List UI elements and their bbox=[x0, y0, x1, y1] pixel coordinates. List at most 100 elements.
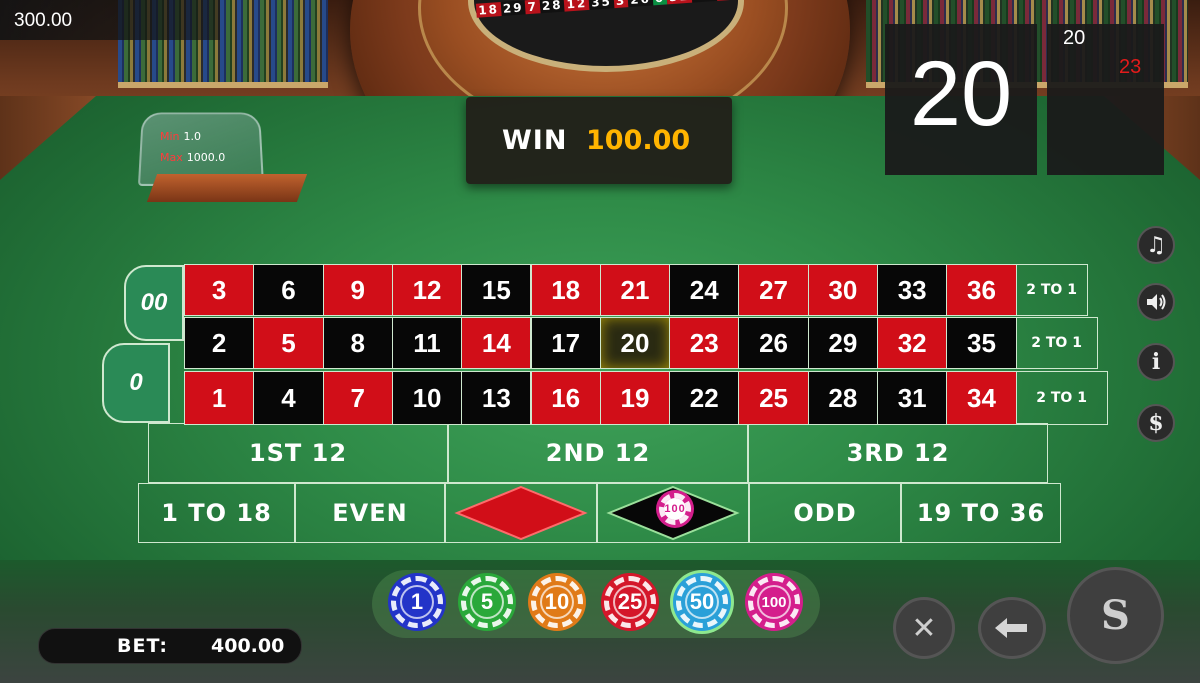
chip-face: 50 bbox=[685, 585, 719, 619]
chip-face: 1 bbox=[400, 585, 434, 619]
bet-cell-7[interactable]: 7 bbox=[322, 371, 393, 425]
bet-cell-31[interactable]: 31 bbox=[877, 371, 948, 425]
bet-cell-15-label: 15 bbox=[481, 274, 511, 305]
bet-cell-3[interactable]: 3 bbox=[184, 264, 255, 316]
bet-first-dozen[interactable]: 1ST 12 bbox=[148, 423, 448, 483]
chip-25[interactable]: 25 bbox=[601, 573, 659, 631]
bet-cell-28-label: 28 bbox=[828, 382, 858, 413]
bet-cell-25[interactable]: 25 bbox=[738, 371, 809, 425]
bet-cell-28[interactable]: 28 bbox=[807, 371, 878, 425]
bet-amount: 400.00 bbox=[211, 635, 285, 657]
bet-cell-10[interactable]: 10 bbox=[391, 371, 463, 425]
close-icon: ✕ bbox=[911, 610, 937, 646]
bet-cell-9[interactable]: 9 bbox=[322, 264, 393, 316]
bet-cell-8[interactable]: 8 bbox=[322, 317, 393, 369]
bet-cell-27-label: 27 bbox=[759, 274, 788, 305]
bet-cell-32[interactable]: 32 bbox=[877, 317, 948, 369]
bet-cell-2[interactable]: 2 bbox=[184, 317, 255, 369]
bet-cell-33[interactable]: 33 bbox=[877, 264, 948, 316]
bet-cell-26[interactable]: 26 bbox=[738, 317, 809, 369]
arrow-left-icon bbox=[995, 618, 1027, 638]
bet-cell-29-label: 29 bbox=[828, 327, 858, 358]
bet-cell-8-label: 8 bbox=[350, 327, 365, 358]
bet-cell-7-label: 7 bbox=[350, 382, 365, 413]
chip-value: 10 bbox=[544, 589, 570, 614]
bet-second-dozen[interactable]: 2ND 12 bbox=[448, 423, 748, 483]
bet-cell-30[interactable]: 30 bbox=[807, 264, 878, 316]
bet-cell-29[interactable]: 29 bbox=[807, 317, 878, 369]
bet-column-1[interactable]: 2 TO 1 bbox=[1015, 371, 1108, 425]
bet-cell-0[interactable]: 0 bbox=[102, 343, 170, 423]
bet-cell-11-label: 11 bbox=[413, 327, 441, 358]
bet-cell-20-label: 20 bbox=[620, 327, 650, 358]
bet-cell-32-label: 32 bbox=[897, 327, 927, 358]
bet-cell-23-label: 23 bbox=[689, 327, 719, 358]
bet-cell-25-label: 25 bbox=[759, 382, 788, 413]
placed-chip: 100 bbox=[656, 490, 694, 528]
bet-cell-34[interactable]: 34 bbox=[946, 371, 1017, 425]
bet-cell-4-label: 4 bbox=[281, 382, 296, 413]
undo-button[interactable] bbox=[978, 597, 1046, 659]
bet-cell-13[interactable]: 13 bbox=[461, 371, 532, 425]
bet-cell-35-label: 35 bbox=[966, 327, 996, 358]
bet-even[interactable]: EVEN bbox=[295, 483, 445, 543]
bet-cell-3-label: 3 bbox=[211, 274, 227, 305]
bet-cell-17[interactable]: 17 bbox=[530, 317, 601, 369]
bet-high-19-to-36[interactable]: 19 TO 36 bbox=[901, 483, 1061, 543]
bet-cell-18[interactable]: 18 bbox=[530, 264, 601, 316]
bet-cell-36[interactable]: 36 bbox=[946, 264, 1017, 316]
bet-cell-33-label: 33 bbox=[897, 274, 927, 305]
bet-cell-19[interactable]: 19 bbox=[599, 371, 671, 425]
bet-cell-14-label: 14 bbox=[481, 327, 511, 358]
bet-cell-35[interactable]: 35 bbox=[946, 317, 1017, 369]
bet-cell-16[interactable]: 16 bbox=[530, 371, 601, 425]
bet-cell-5-label: 5 bbox=[281, 327, 296, 358]
bet-cell-21[interactable]: 21 bbox=[599, 264, 671, 316]
bet-odd[interactable]: ODD bbox=[749, 483, 901, 543]
chip-100[interactable]: 100 bbox=[745, 573, 803, 631]
high-bet-label: 19 TO 36 bbox=[916, 499, 1046, 527]
bet-cell-23[interactable]: 23 bbox=[669, 317, 740, 369]
bet-cell-22[interactable]: 22 bbox=[669, 371, 740, 425]
bet-column-2[interactable]: 2 TO 1 bbox=[1015, 317, 1098, 369]
bet-cell-26-label: 26 bbox=[759, 327, 788, 358]
bet-cell-1-label: 1 bbox=[211, 382, 227, 413]
bet-cell-12-label: 12 bbox=[412, 274, 442, 305]
bet-cell-13-label: 13 bbox=[481, 382, 511, 413]
bet-cell-11[interactable]: 11 bbox=[391, 317, 463, 369]
chip-5[interactable]: 5 bbox=[458, 573, 516, 631]
bet-cell-6[interactable]: 6 bbox=[253, 264, 324, 316]
bet-cell-22-label: 22 bbox=[689, 382, 719, 413]
bet-black[interactable]: 100 bbox=[597, 483, 749, 543]
clear-bets-button[interactable]: ✕ bbox=[893, 597, 955, 659]
bet-cell-5[interactable]: 5 bbox=[253, 317, 324, 369]
bet-cell-00[interactable]: 00 bbox=[124, 265, 184, 341]
bet-third-dozen[interactable]: 3RD 12 bbox=[748, 423, 1048, 483]
bet-cell-1[interactable]: 1 bbox=[184, 371, 255, 425]
chip-value: 25 bbox=[617, 589, 643, 614]
bet-cell-27[interactable]: 27 bbox=[738, 264, 809, 316]
chip-50[interactable]: 50 bbox=[673, 573, 731, 631]
second-dozen-label: 2ND 12 bbox=[545, 439, 651, 467]
placed-chip-value: 100 bbox=[664, 503, 686, 515]
bet-label: BET: bbox=[117, 635, 168, 657]
bet-red[interactable] bbox=[445, 483, 597, 543]
chip-face: 5 bbox=[470, 585, 504, 619]
bet-cell-20[interactable]: 20 bbox=[599, 317, 671, 369]
bet-cell-14[interactable]: 14 bbox=[461, 317, 532, 369]
bet-low-1-to-18[interactable]: 1 TO 18 bbox=[138, 483, 295, 543]
bet-cell-18-label: 18 bbox=[551, 274, 581, 305]
bet-cell-15[interactable]: 15 bbox=[461, 264, 532, 316]
spin-button[interactable]: S bbox=[1067, 567, 1164, 664]
column-bet-label: 2 TO 1 bbox=[1031, 335, 1082, 351]
bet-cell-10-label: 10 bbox=[412, 382, 442, 413]
total-bet-display: BET: 400.00 bbox=[38, 628, 302, 664]
bet-cell-4[interactable]: 4 bbox=[253, 371, 324, 425]
even-bet-label: EVEN bbox=[332, 499, 408, 527]
chip-10[interactable]: 10 bbox=[528, 573, 586, 631]
chip-1[interactable]: 1 bbox=[388, 573, 446, 631]
bet-cell-24[interactable]: 24 bbox=[669, 264, 740, 316]
bet-cell-12[interactable]: 12 bbox=[391, 264, 463, 316]
bet-column-3[interactable]: 2 TO 1 bbox=[1015, 264, 1088, 316]
red-diamond-icon bbox=[454, 485, 588, 541]
